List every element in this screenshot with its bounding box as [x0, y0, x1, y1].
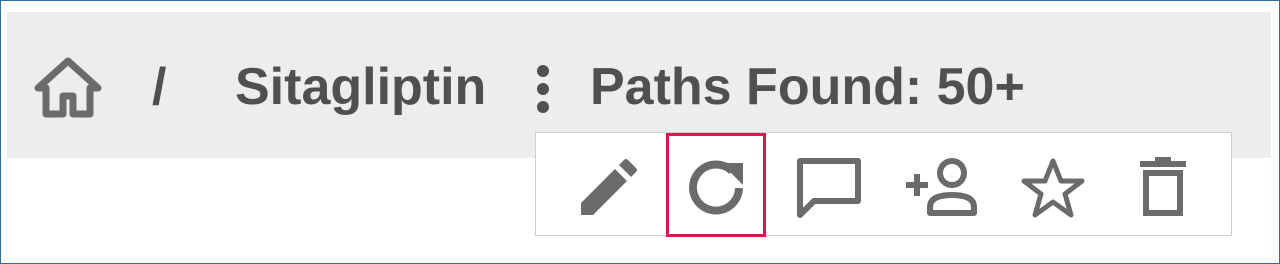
home-icon[interactable]: [34, 56, 102, 118]
add-user-icon: [906, 158, 977, 216]
star-icon: [1021, 158, 1085, 218]
breadcrumb-separator: /: [152, 58, 167, 116]
comment-icon: [797, 158, 861, 218]
add-user-button[interactable]: [902, 155, 982, 221]
action-toolbar: [535, 132, 1232, 237]
refresh-highlight: [666, 133, 766, 237]
pencil-icon: [581, 159, 637, 215]
delete-button[interactable]: [1128, 155, 1198, 221]
comment-button[interactable]: [794, 155, 864, 221]
paths-found-status: Paths Found: 50+: [590, 58, 1025, 116]
breadcrumb-item-sitagliptin[interactable]: Sitagliptin: [235, 56, 486, 118]
edit-button[interactable]: [571, 155, 641, 221]
favorite-button[interactable]: [1018, 155, 1088, 221]
more-options-icon[interactable]: [528, 64, 558, 114]
trash-icon: [1140, 157, 1186, 216]
